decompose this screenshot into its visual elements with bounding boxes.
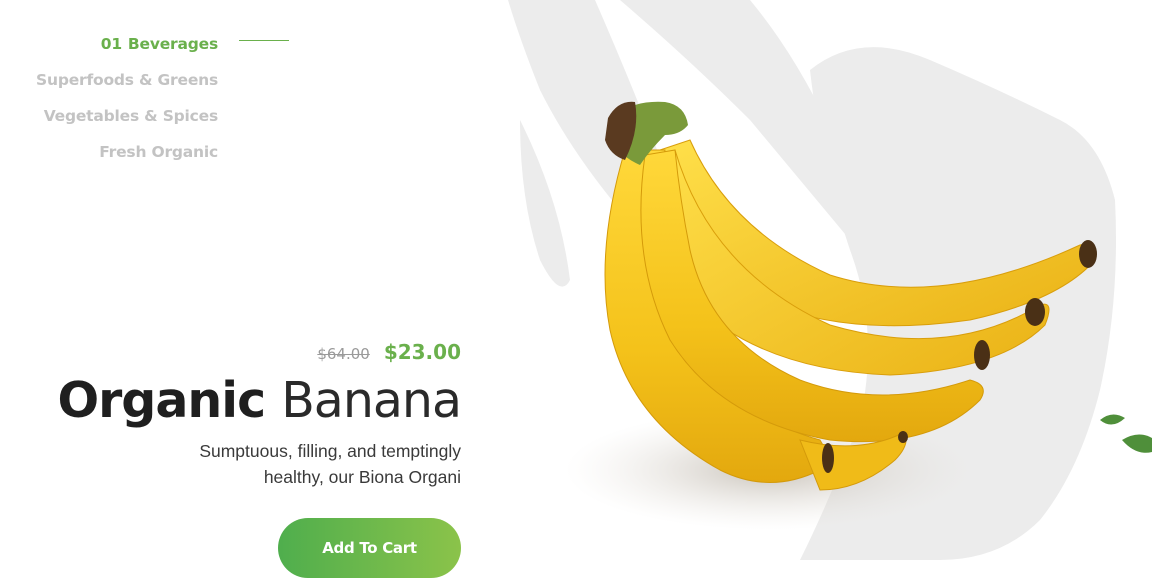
leaf-decoration xyxy=(1100,414,1152,453)
product-info: $64.00 $23.00 Organic Banana Sumptuous, … xyxy=(21,340,462,578)
category-label: Superfoods & Greens xyxy=(36,71,218,89)
category-label: Beverages xyxy=(127,35,218,53)
hero-artwork xyxy=(500,0,1152,583)
old-price: $64.00 xyxy=(317,345,370,363)
banana-bunch-image xyxy=(508,0,1152,560)
product-title-light: Banana xyxy=(281,372,462,429)
price-row: $64.00 $23.00 xyxy=(21,340,461,370)
current-price: $23.00 xyxy=(383,340,461,364)
product-title-bold: Organic xyxy=(57,372,266,429)
category-item-beverages[interactable]: 01 Beverages xyxy=(0,26,218,62)
product-description: Sumptuous, filling, and temptingly healt… xyxy=(199,441,461,487)
category-label: Vegetables & Spices xyxy=(43,107,218,125)
product-title: Organic Banana xyxy=(21,372,462,430)
active-category-indicator xyxy=(239,40,289,41)
category-nav: 01 Beverages Superfoods & Greens Vegetabl… xyxy=(0,26,300,170)
add-to-cart-button[interactable]: Add To Cart xyxy=(278,518,461,578)
category-item-fresh-organic[interactable]: Fresh Organic xyxy=(0,134,218,170)
category-item-superfoods[interactable]: Superfoods & Greens xyxy=(0,62,218,98)
category-item-vegetables[interactable]: Vegetables & Spices xyxy=(0,98,218,134)
category-number: 01 xyxy=(100,35,122,53)
category-label: Fresh Organic xyxy=(99,143,218,161)
